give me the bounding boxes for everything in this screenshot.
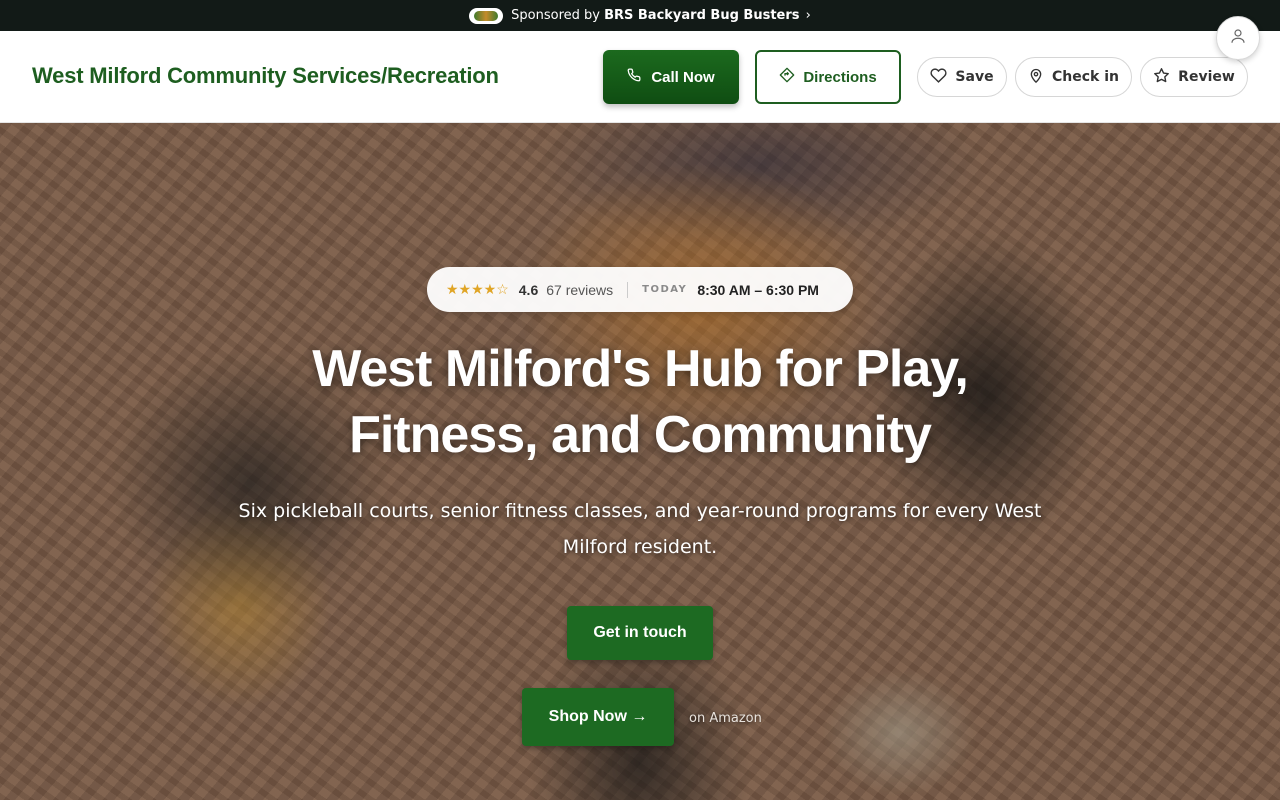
site-header: West Milford Community Services/Recreati… [0,31,1280,123]
sponsor-logo [469,7,504,24]
hero-subtitle: Six pickleball courts, senior fitness cl… [238,500,1042,558]
rating-hours-pill: ★★★★☆ 4.6 67 reviews TODAY 8:30 AM – 6:3… [427,267,853,312]
phone-icon [627,68,641,86]
save-button[interactable]: Save [917,57,1007,97]
map-pin-icon [1028,67,1044,88]
sponsor-name[interactable]: BRS Backyard Bug Busters [604,8,799,23]
shop-now-button[interactable]: Shop Now → [522,688,674,746]
sponsor-text: Sponsored by BRS Backyard Bug Busters › [511,8,811,23]
rating-value: 4.6 [518,281,539,298]
directions-icon [779,67,795,87]
directions-button[interactable]: Directions [755,50,901,104]
heart-icon [930,67,947,88]
hours-value: 8:30 AM – 6:30 PM [697,281,819,298]
brand-title[interactable]: West Milford Community Services/Recreati… [32,63,499,89]
sponsor-bar[interactable]: Sponsored by BRS Backyard Bug Busters › [0,0,1280,31]
check-in-label: Check in [1052,69,1119,85]
sponsor-prefix: Sponsored by [511,8,600,23]
hero-section: ★★★★☆ 4.6 67 reviews TODAY 8:30 AM – 6:3… [0,123,1280,800]
divider [627,281,629,298]
today-label: TODAY [642,284,688,295]
chevron-right-icon[interactable]: › [806,8,811,23]
get-in-touch-button[interactable]: Get in touch [567,606,713,660]
review-button[interactable]: Review [1140,57,1248,97]
call-now-button[interactable]: Call Now [603,50,739,104]
rating-stars: ★★★★☆ [446,281,509,297]
review-label: Review [1178,69,1235,85]
star-icon [1153,67,1170,88]
profile-button[interactable] [1216,16,1260,60]
user-icon [1229,27,1247,50]
save-label: Save [955,69,994,85]
check-in-button[interactable]: Check in [1015,57,1132,97]
hero-title: West Milford's Hub for Play, Fitness, an… [312,340,969,464]
directions-label: Directions [803,68,877,86]
reviews-link[interactable]: 67 reviews [546,282,613,298]
amazon-note: on Amazon [689,711,762,726]
call-now-label: Call Now [651,68,715,86]
